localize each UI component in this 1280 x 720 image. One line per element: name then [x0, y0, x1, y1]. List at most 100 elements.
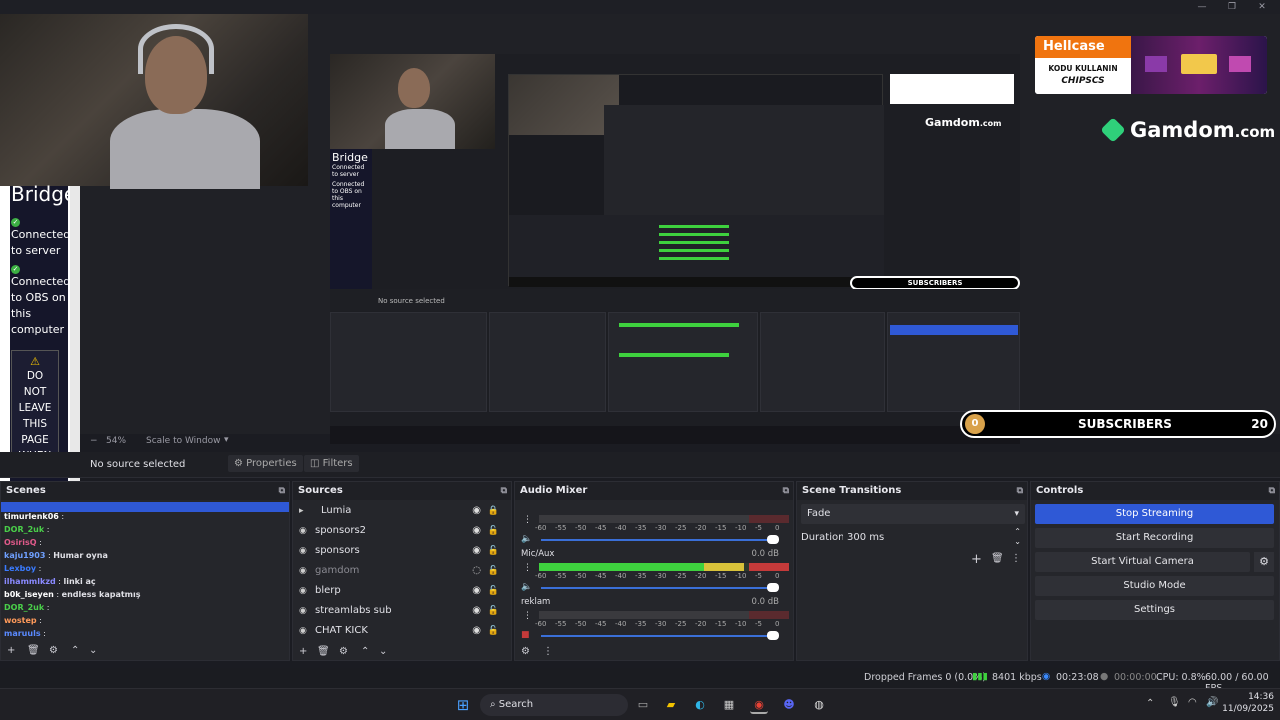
file-explorer-icon[interactable]: ▰	[662, 696, 680, 714]
meter-scale: -60 -55 -50 -45 -40 -35 -30 -25 -20 -15 -10 -5 0	[535, 572, 783, 582]
scale-mode[interactable]: Scale to Window	[146, 436, 220, 446]
source-type-icon: ◉	[299, 566, 307, 576]
add-source-icon[interactable]: +	[299, 646, 307, 657]
unlock-icon[interactable]: 🔓	[488, 521, 499, 541]
clock-date[interactable]: 11/09/2025	[1222, 704, 1274, 714]
chat-username: OsirisQ	[4, 538, 37, 547]
microphone-icon[interactable]: 🎙	[1168, 697, 1181, 708]
eye-hidden-icon[interactable]: ◌	[472, 561, 481, 581]
eye-icon[interactable]: ◉	[472, 541, 481, 561]
chevron-up-icon[interactable]: ⌃	[71, 645, 79, 656]
unlock-icon[interactable]: 🔓	[488, 561, 499, 581]
source-item[interactable]: ◉ blerp ◉ 🔓	[293, 581, 511, 601]
chat-separator: :	[36, 564, 42, 573]
unlock-icon[interactable]: 🔓	[488, 621, 499, 641]
level-meter	[539, 563, 789, 571]
gear-icon[interactable]: ⚙	[1254, 552, 1274, 572]
program-preview[interactable]: Bridge ✓ Connected to server ✓ Connected…	[0, 14, 1280, 481]
meter-red	[749, 563, 789, 571]
unlock-icon[interactable]: 🔓	[488, 601, 499, 621]
chat-line: timurlenk06 :	[1, 510, 201, 523]
popout-icon[interactable]: ⧉	[1269, 482, 1275, 500]
zoom-out-icon[interactable]: −	[90, 436, 98, 446]
volume-slider[interactable]	[523, 631, 789, 641]
source-item[interactable]: ▸ Lumia ◉ 🔒	[293, 501, 511, 521]
start-recording-button[interactable]: Start Recording	[1035, 528, 1274, 548]
maximize-icon[interactable]: ❐	[1220, 0, 1244, 14]
chrome-icon[interactable]: ◉	[750, 696, 768, 714]
popout-icon[interactable]: ⧉	[501, 482, 507, 500]
source-item[interactable]: ◉ sponsors2 ◉ 🔓	[293, 521, 511, 541]
settings-button[interactable]: Settings	[1035, 600, 1274, 620]
duration-input[interactable]: 300 ms ⌃ ⌄	[843, 527, 1025, 548]
bridge-scrollbar[interactable]	[70, 186, 80, 481]
transition-select[interactable]: Fade ▾	[801, 504, 1025, 524]
mixer-settings-icon[interactable]: ⚙	[521, 646, 530, 657]
popout-icon[interactable]: ⧉	[279, 482, 285, 500]
zoom-level[interactable]: 54%	[106, 436, 126, 446]
start-virtual-camera-button[interactable]: Start Virtual Camera	[1035, 552, 1250, 572]
unlock-icon[interactable]: 🔓	[488, 541, 499, 561]
trash-icon[interactable]: 🗑	[27, 645, 40, 656]
wifi-icon[interactable]: ◠	[1188, 697, 1197, 708]
scale-tick: -40	[615, 524, 627, 532]
meter-red	[749, 611, 789, 619]
volume-icon[interactable]: 🔊	[1206, 697, 1218, 708]
stop-streaming-button[interactable]: Stop Streaming	[1035, 504, 1274, 524]
add-scene-icon[interactable]: +	[7, 645, 15, 656]
trash-icon[interactable]: 🗑	[991, 553, 1004, 564]
eye-icon[interactable]: ◉	[472, 601, 481, 621]
source-name: CHAT KICK	[315, 625, 368, 636]
folder-expand-icon[interactable]: ▸	[299, 501, 304, 521]
source-item[interactable]: ◉ sponsors ◉ 🔓	[293, 541, 511, 561]
source-item[interactable]: ◉ gamdom ◌ 🔓	[293, 561, 511, 581]
chevron-down-icon[interactable]: ⌄	[89, 645, 97, 656]
stream-time: 00:23:08	[1056, 672, 1099, 683]
more-options-icon[interactable]: ⋮	[543, 646, 553, 657]
eye-icon[interactable]: ◉	[472, 521, 481, 541]
filters-button[interactable]: ◫ Filters	[304, 455, 359, 472]
windows-start-icon[interactable]: ⊞	[454, 696, 472, 714]
trash-icon[interactable]: 🗑	[317, 646, 330, 657]
eye-icon[interactable]: ◉	[472, 501, 481, 521]
source-item[interactable]: ◉ CHAT KICK ◉ 🔓	[293, 621, 511, 641]
taskbar-search[interactable]: ⌕ Search	[480, 694, 628, 716]
stepper-icon[interactable]: ⌃ ⌄	[1014, 527, 1021, 547]
eye-icon[interactable]: ◉	[472, 581, 481, 601]
chevron-down-icon[interactable]: ▾	[224, 435, 229, 445]
popout-icon[interactable]: ⧉	[1017, 482, 1023, 500]
audio-mixer-dock: Audio Mixer ⧉ ⋮ -60 -55 -50 -45 -40 -35 -30 -25 -2…	[514, 481, 794, 661]
more-options-icon[interactable]: ⋮	[523, 563, 532, 573]
task-view-icon[interactable]: ▭	[634, 696, 652, 714]
unlock-icon[interactable]: 🔓	[488, 581, 499, 601]
minimize-icon[interactable]: —	[1190, 0, 1214, 14]
studio-mode-button[interactable]: Studio Mode	[1035, 576, 1274, 596]
chevron-up-icon[interactable]: ⌃	[1146, 698, 1154, 709]
add-transition-icon[interactable]: +	[971, 552, 982, 567]
scale-tick: -35	[635, 572, 647, 580]
popout-icon[interactable]: ⧉	[783, 482, 789, 500]
gear-icon[interactable]: ⚙	[339, 646, 348, 657]
source-name: gamdom	[315, 565, 360, 576]
more-options-icon[interactable]: ⋮	[1011, 553, 1021, 564]
clock-time[interactable]: 14:36	[1240, 692, 1274, 702]
chevron-up-icon[interactable]: ⌃	[361, 646, 369, 657]
eye-icon[interactable]: ◉	[472, 621, 481, 641]
source-item[interactable]: ◉ streamlabs sub ◉ 🔓	[293, 601, 511, 621]
store-icon[interactable]: ▦	[720, 696, 738, 714]
chevron-down-icon[interactable]: ⌄	[379, 646, 387, 657]
search-icon: ⌕	[490, 699, 499, 710]
discord-icon[interactable]: ☻	[780, 696, 798, 714]
volume-slider[interactable]	[523, 535, 789, 545]
chat-username: kaju1903	[4, 551, 46, 560]
obs-icon[interactable]: ◍	[810, 696, 828, 714]
properties-button[interactable]: ⚙ Properties	[228, 455, 303, 472]
more-options-icon[interactable]: ⋮	[523, 611, 532, 621]
lock-icon[interactable]: 🔒	[488, 501, 499, 521]
edge-icon[interactable]: ◐	[691, 696, 709, 714]
more-options-icon[interactable]: ⋮	[523, 515, 532, 525]
filter-icon[interactable]: ⚙	[49, 645, 58, 656]
close-icon[interactable]: ✕	[1250, 0, 1274, 14]
channel-db: 0.0 dB	[751, 597, 779, 607]
volume-slider[interactable]	[523, 583, 789, 593]
